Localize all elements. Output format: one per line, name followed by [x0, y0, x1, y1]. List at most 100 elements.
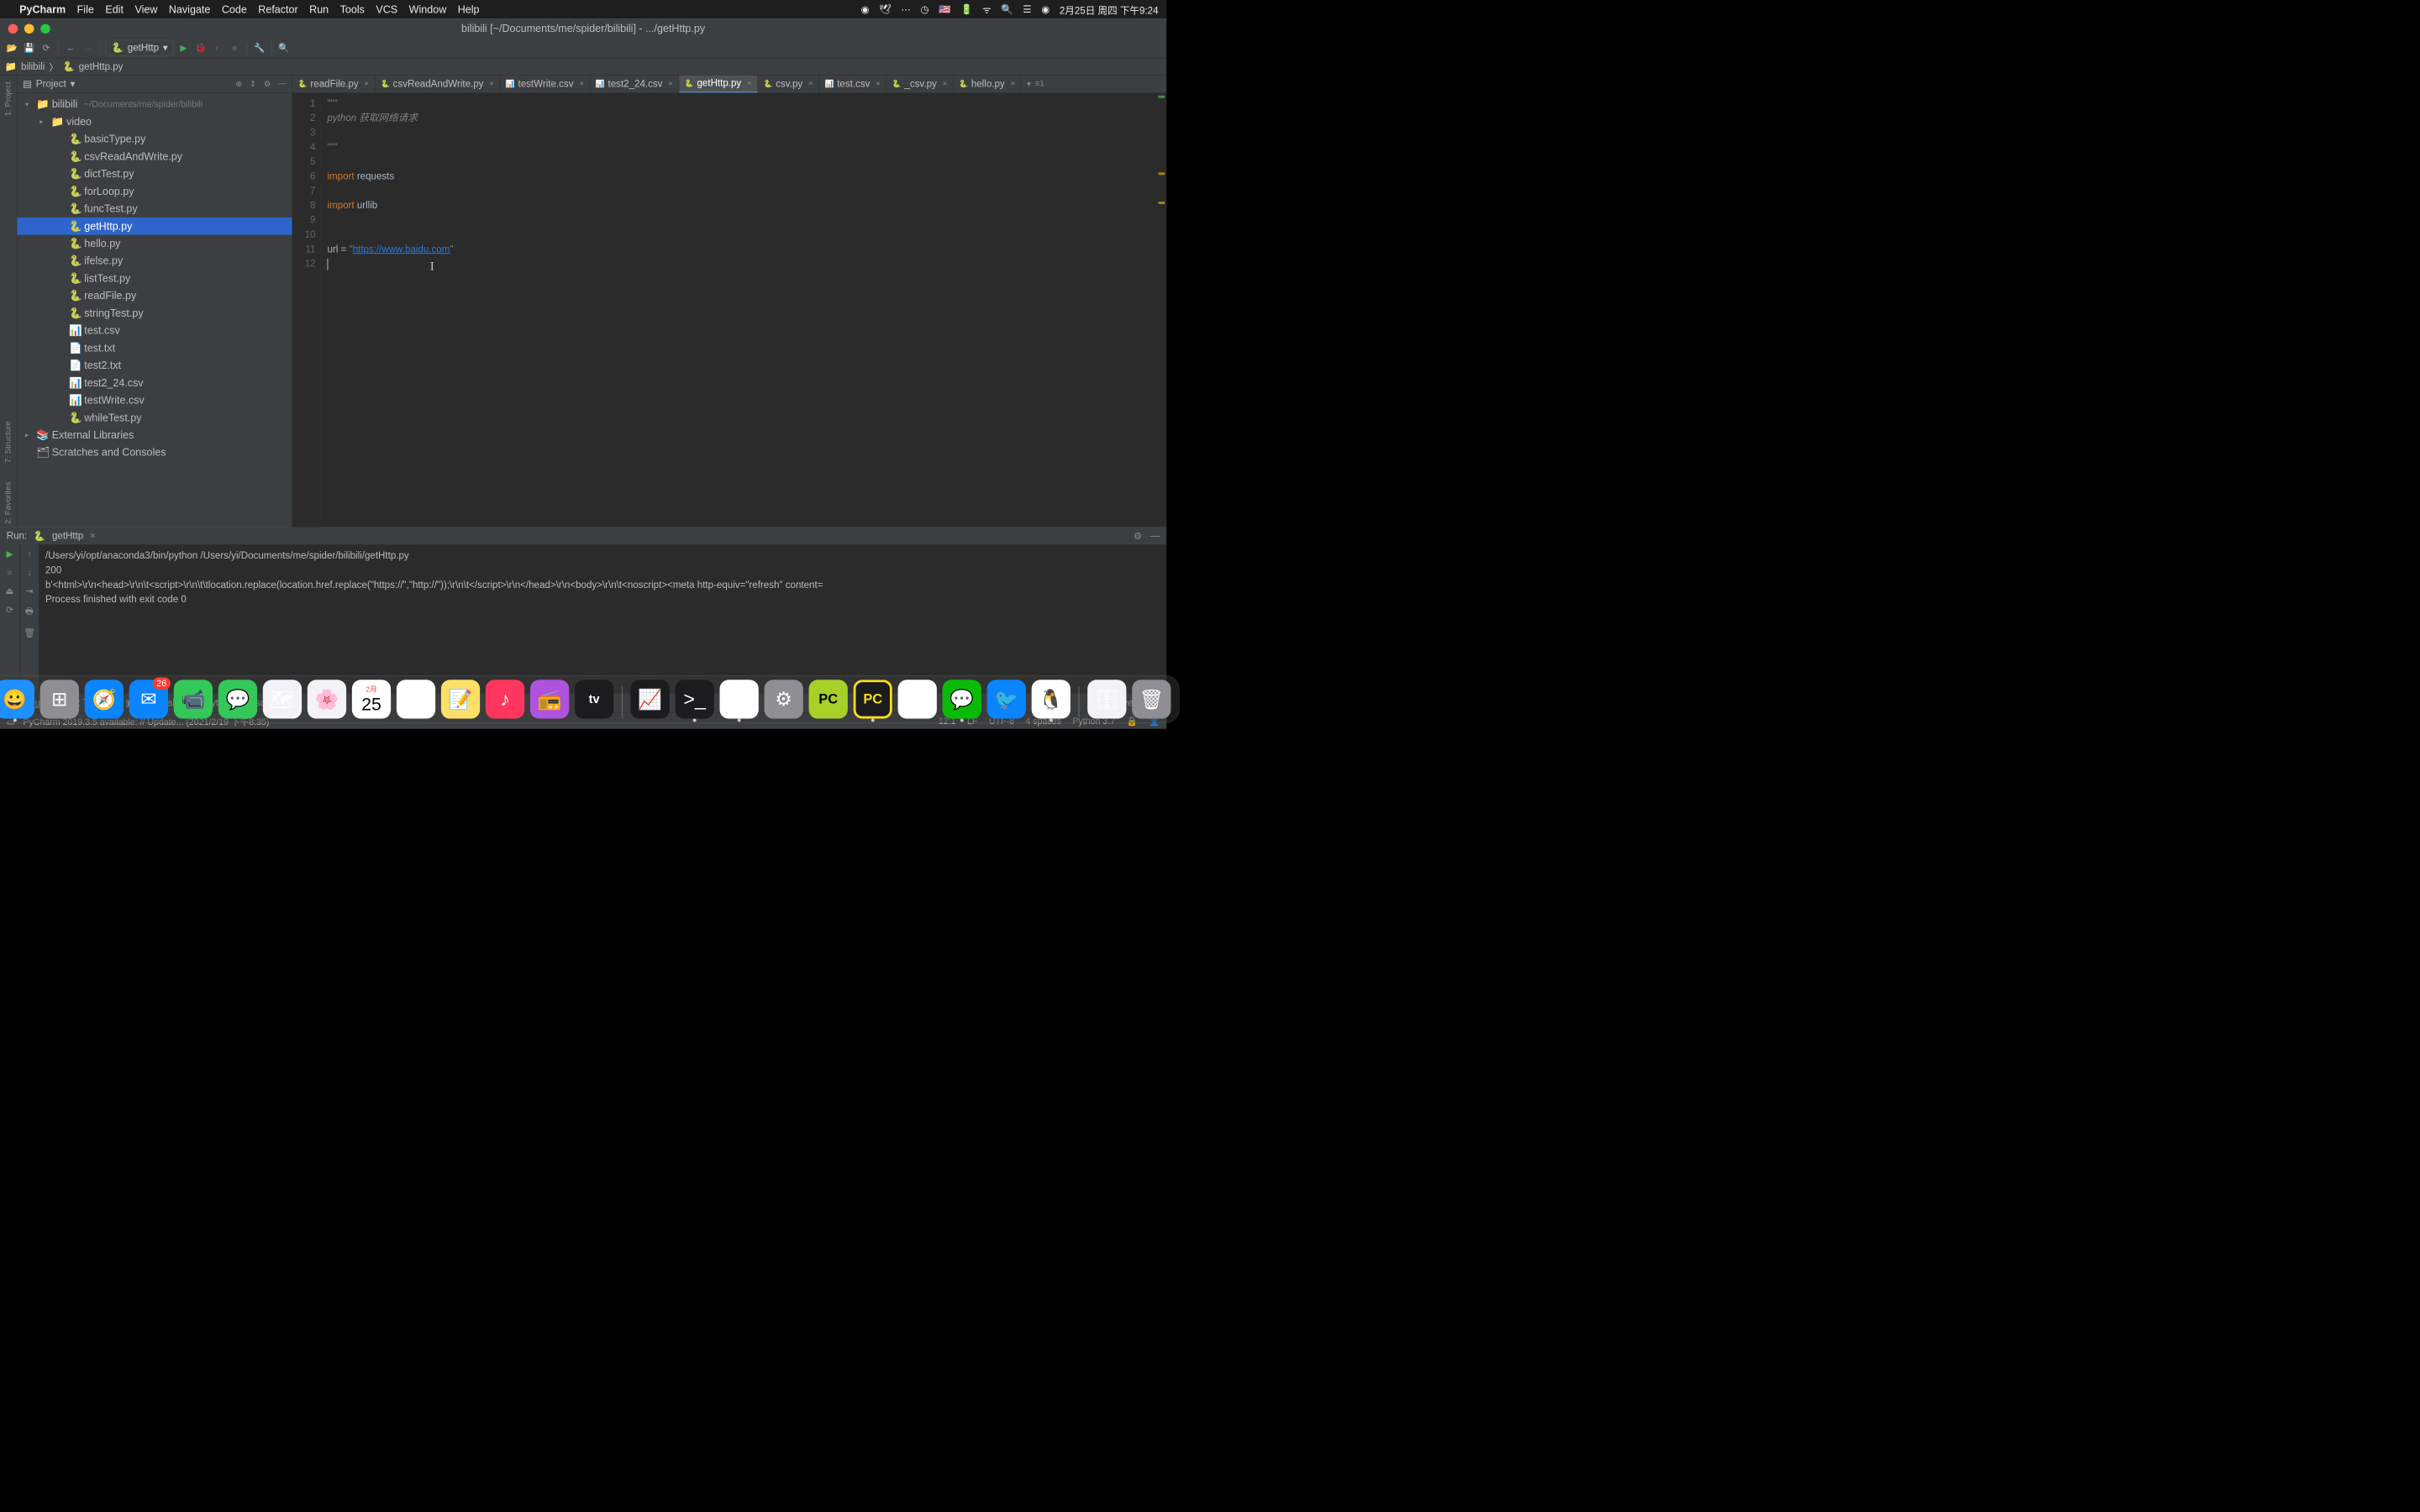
dock-wechat-icon[interactable]: 💬	[943, 680, 981, 718]
tree-item-readfile-py[interactable]: 🐍readFile.py	[17, 287, 292, 305]
menu-file[interactable]: File	[77, 3, 94, 16]
close-tab-icon[interactable]: ×	[90, 530, 96, 541]
hide-icon[interactable]: —	[1150, 530, 1160, 541]
tree-item-basictype-py[interactable]: 🐍basicType.py	[17, 130, 292, 148]
menu-code[interactable]: Code	[222, 3, 247, 16]
open-icon[interactable]: 📂	[5, 40, 19, 55]
editor-tab-_csv-py[interactable]: 🐍_csv.py×	[886, 76, 953, 93]
dock-notes-icon[interactable]: 📝	[441, 680, 480, 718]
breadcrumb-root[interactable]: bilibili	[21, 61, 45, 72]
tree-item-scratches-and-consoles[interactable]: 🗂Scratches and Consoles	[17, 444, 292, 461]
menu-refactor[interactable]: Refactor	[258, 3, 297, 16]
dock-podcasts-icon[interactable]: 📻	[530, 680, 569, 718]
dock-maps-icon[interactable]: 🗺	[263, 680, 302, 718]
dock-pycharm-icon[interactable]: PC	[854, 680, 892, 718]
project-label[interactable]: Project	[36, 78, 66, 89]
dock-messages-icon[interactable]: 💬	[218, 680, 257, 718]
dock-photos-icon[interactable]: 🌸	[308, 680, 346, 718]
menu-navigate[interactable]: Navigate	[169, 3, 210, 16]
favorites-tool-tab[interactable]: 2: Favorites	[3, 478, 13, 527]
dock-qq-icon[interactable]: 🐧	[1032, 680, 1071, 718]
wechat-tray-icon[interactable]: ⋯	[901, 3, 911, 15]
dock-reminders-icon[interactable]: ☑	[397, 680, 435, 718]
dock-mail-icon[interactable]: ✉26	[129, 680, 168, 718]
tabs-overflow[interactable]: ▾≡1	[1021, 76, 1050, 93]
close-tab-icon[interactable]: ×	[364, 79, 369, 88]
editor-tab-hello-py[interactable]: 🐍hello.py×	[953, 76, 1021, 93]
menu-vcs[interactable]: VCS	[376, 3, 397, 16]
project-tool-tab[interactable]: 1: Project	[3, 79, 13, 119]
record-icon[interactable]: ◉	[860, 3, 869, 15]
run-output[interactable]: /Users/yi/opt/anaconda3/bin/python /User…	[39, 544, 1166, 693]
menu-tools[interactable]: Tools	[340, 3, 365, 16]
trash-icon[interactable]: 🗑	[24, 628, 34, 639]
menu-edit[interactable]: Edit	[105, 3, 124, 16]
editor-tab-test2_24-csv[interactable]: 📊test2_24.csv×	[590, 76, 679, 93]
collapse-icon[interactable]: ⇕	[250, 79, 256, 89]
dock-terminal-icon[interactable]: >_	[675, 680, 713, 718]
settings-icon[interactable]: 🔧	[252, 40, 266, 55]
tree-item-stringtest-py[interactable]: 🐍stringTest.py	[17, 304, 292, 322]
minimize-window-button[interactable]	[24, 24, 34, 34]
print-icon[interactable]: 🖶	[25, 605, 34, 620]
dock-pycharm-ce-icon[interactable]: PC	[809, 680, 848, 718]
dock-thunderbird-icon[interactable]: 🐦	[987, 680, 1026, 718]
control-center-icon[interactable]: ☰	[1023, 3, 1031, 15]
dock-launchpad-icon[interactable]: ⊞	[40, 680, 79, 718]
restart-icon[interactable]: ⟳	[6, 605, 13, 616]
run-config-selector[interactable]: 🐍 getHttp ▾	[105, 40, 174, 56]
tree-item-test-csv[interactable]: 📊test.csv	[17, 322, 292, 339]
debug-button[interactable]: 🐞	[193, 40, 208, 55]
editor-tab-csv-py[interactable]: 🐍csv.py×	[758, 76, 819, 93]
gear-icon[interactable]: ⚙	[264, 79, 271, 89]
menu-help[interactable]: Help	[458, 3, 480, 16]
tree-item-gethttp-py[interactable]: 🐍getHttp.py	[17, 218, 292, 235]
editor-tab-testwrite-csv[interactable]: 📊testWrite.csv×	[500, 76, 590, 93]
dock-music-icon[interactable]: ♪	[486, 680, 524, 718]
dock-trash-icon[interactable]: 🗑	[1132, 680, 1171, 718]
app-name[interactable]: PyCharm	[19, 3, 66, 16]
menu-window[interactable]: Window	[409, 3, 447, 16]
wifi-icon[interactable]: ᯤ	[982, 3, 992, 16]
dock-chrome-icon[interactable]: ◎	[720, 680, 759, 718]
editor-error-stripe[interactable]	[1157, 93, 1167, 528]
up-arrow-icon[interactable]: ↑	[27, 549, 31, 559]
chevron-down-icon[interactable]: ▾	[71, 78, 76, 90]
close-tab-icon[interactable]: ×	[1010, 79, 1015, 88]
zoom-window-button[interactable]	[40, 24, 50, 34]
close-tab-icon[interactable]: ×	[808, 79, 813, 88]
spotlight-icon[interactable]: 🔍	[1001, 3, 1013, 15]
clock-icon[interactable]: ◷	[921, 3, 929, 15]
tree-item-testwrite-csv[interactable]: 📊testWrite.csv	[17, 391, 292, 409]
structure-tool-tab[interactable]: 7: Structure	[3, 417, 13, 466]
tree-item-hello-py[interactable]: 🐍hello.py	[17, 235, 292, 253]
wrap-icon[interactable]: ⇥	[26, 585, 34, 596]
run-button[interactable]: ▶	[176, 40, 191, 55]
dock-calendar-icon[interactable]: 2月25	[352, 680, 391, 718]
tree-item-csvreadandwrite-py[interactable]: 🐍csvReadAndWrite.py	[17, 148, 292, 165]
close-window-button[interactable]	[8, 24, 18, 34]
battery-icon[interactable]: 🔋	[960, 3, 972, 15]
tree-item-test2_24-csv[interactable]: 📊test2_24.csv	[17, 374, 292, 391]
editor-tab-readfile-py[interactable]: 🐍readFile.py×	[292, 76, 375, 93]
dock-zip-icon[interactable]: 🗄	[1087, 680, 1126, 718]
tree-item-video[interactable]: ▸📁video	[17, 113, 292, 130]
nav-forward-icon[interactable]: →	[81, 40, 95, 55]
menu-view[interactable]: View	[134, 3, 157, 16]
editor-tab-test-csv[interactable]: 📊test.csv×	[819, 76, 886, 93]
refresh-icon[interactable]: ⟳	[39, 40, 53, 55]
menu-run[interactable]: Run	[309, 3, 329, 16]
tree-item-external-libraries[interactable]: ▸📚External Libraries	[17, 427, 292, 444]
close-tab-icon[interactable]: ×	[943, 79, 948, 88]
dock-facetime-icon[interactable]: 📹	[174, 680, 213, 718]
dock-wps-icon[interactable]: W	[898, 680, 937, 718]
tree-item-listtest-py[interactable]: 🐍listTest.py	[17, 270, 292, 287]
code-editor[interactable]: """ python 获取网络请求 """ import requests im…	[321, 93, 1166, 528]
input-flag-icon[interactable]: 🇺🇸	[939, 3, 950, 15]
down-arrow-icon[interactable]: ↓	[27, 567, 31, 578]
hide-icon[interactable]: —	[278, 79, 287, 89]
tree-item-functest-py[interactable]: 🐍funcTest.py	[17, 200, 292, 218]
search-everywhere-icon[interactable]: 🔍	[276, 40, 291, 55]
dock-tv-icon[interactable]: tv	[575, 680, 613, 718]
tree-item-test-txt[interactable]: 📄test.txt	[17, 339, 292, 357]
